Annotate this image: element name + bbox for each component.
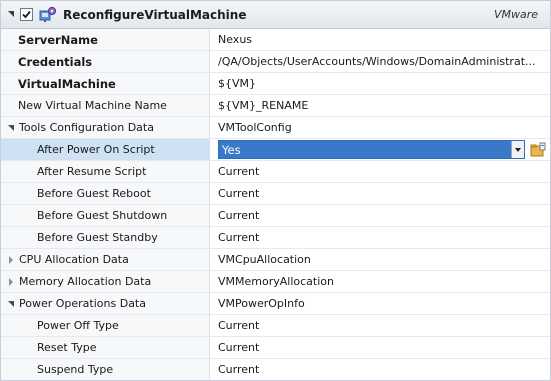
property-name-cell[interactable]: Before Guest Reboot [1,183,210,204]
vm-gear-icon [39,6,57,22]
property-label: New Virtual Machine Name [18,99,167,112]
property-value: VMPowerOpInfo [218,297,305,310]
property-name-cell[interactable]: Suspend Type [1,359,210,380]
property-value: VMToolConfig [218,121,292,134]
property-name-cell[interactable]: Power Operations Data [1,293,210,314]
property-row[interactable]: Credentials/QA/Objects/UserAccounts/Wind… [1,51,550,73]
activity-title: ReconfigureVirtualMachine [63,7,247,22]
check-icon [22,10,31,19]
property-row[interactable]: New Virtual Machine Name ${VM}_RENAME [1,95,550,117]
collapse-chevron-icon[interactable] [7,10,16,19]
property-name-cell[interactable]: Tools Configuration Data [1,117,210,138]
property-name-cell[interactable]: After Power On Script [1,139,210,160]
property-label: Power Off Type [37,319,119,332]
property-label: Before Guest Shutdown [37,209,168,222]
property-value-cell[interactable]: Current [210,315,550,336]
value-dropdown[interactable]: Yes [218,140,525,159]
property-label: Reset Type [37,341,97,354]
property-label: ServerName [18,32,98,47]
property-value-cell[interactable]: ${VM}_RENAME [210,95,550,116]
property-row[interactable]: ServerName Nexus [1,29,550,51]
property-value: Current [218,363,260,376]
property-value: Current [218,187,260,200]
activity-property-panel: ReconfigureVirtualMachine VMware ServerN… [0,0,551,381]
activity-header: ReconfigureVirtualMachine VMware [1,1,550,29]
property-name-cell[interactable]: After Resume Script [1,161,210,182]
expanded-caret-icon[interactable] [7,300,15,308]
vendor-label: VMware [493,8,538,21]
property-value-cell[interactable]: Current [210,183,550,204]
expanded-caret-icon[interactable] [7,124,15,132]
collapsed-caret-icon[interactable] [7,255,15,264]
property-row[interactable]: Before Guest Reboot Current [1,183,550,205]
property-value-cell[interactable]: Current [210,205,550,226]
property-value: Current [218,209,260,222]
property-label: After Power On Script [37,143,155,156]
property-row[interactable]: Before Guest Standby Current [1,227,550,249]
property-value-cell[interactable]: VMToolConfig [210,117,550,138]
property-value-cell[interactable]: Current [210,359,550,380]
property-label: Credentials [18,54,93,69]
property-row[interactable]: Power Operations Data VMPowerOpInfo [1,293,550,315]
property-value-cell[interactable]: VMMemoryAllocation [210,271,550,292]
property-value: Current [218,231,260,244]
property-name-cell[interactable]: VirtualMachine [1,73,210,94]
property-value: VMMemoryAllocation [218,275,334,288]
dropdown-selected-value: Yes [222,142,241,157]
property-name-cell[interactable]: ServerName [1,29,210,50]
property-label: Memory Allocation Data [19,275,152,288]
property-name-cell[interactable]: Credentials [1,51,210,72]
property-value-cell[interactable]: Yes [210,139,550,160]
property-value-cell[interactable]: Nexus [210,29,550,50]
property-value: Nexus [218,33,253,46]
property-label: Power Operations Data [19,297,146,310]
property-name-cell[interactable]: New Virtual Machine Name [1,95,210,116]
property-grid: ServerName Nexus Credentials/QA/Objects/Us… [1,29,550,380]
property-row[interactable]: Before Guest Shutdown Current [1,205,550,227]
property-label: CPU Allocation Data [19,253,129,266]
property-row[interactable]: Tools Configuration Data VMToolConfig [1,117,550,139]
property-name-cell[interactable]: CPU Allocation Data [1,249,210,270]
property-value: ${VM} [218,77,257,90]
property-label: Tools Configuration Data [19,121,154,134]
property-value-cell[interactable]: Current [210,161,550,182]
property-row[interactable]: Suspend Type Current [1,359,550,380]
property-value-cell[interactable]: Current [210,227,550,248]
property-row[interactable]: After Resume Script Current [1,161,550,183]
property-row[interactable]: Reset Type Current [1,337,550,359]
property-name-cell[interactable]: Reset Type [1,337,210,358]
property-label: Before Guest Reboot [37,187,151,200]
property-row[interactable]: After Power On Script Yes [1,139,550,161]
property-value-cell[interactable]: ${VM} [210,73,550,94]
property-value: VMCpuAllocation [218,253,311,266]
property-value: ${VM}_RENAME [218,99,309,112]
property-label: Suspend Type [37,363,114,376]
property-name-cell[interactable]: Before Guest Shutdown [1,205,210,226]
property-value-cell[interactable]: Current [210,337,550,358]
property-value-cell[interactable]: /QA/Objects/UserAccounts/Windows/DomainA… [210,51,550,72]
enable-checkbox[interactable] [20,8,33,21]
property-row[interactable]: VirtualMachine ${VM} [1,73,550,95]
collapsed-caret-icon[interactable] [7,277,15,286]
property-row[interactable]: CPU Allocation Data VMCpuAllocation [1,249,550,271]
property-name-cell[interactable]: Memory Allocation Data [1,271,210,292]
folder-icon[interactable] [530,142,546,158]
property-row[interactable]: Power Off Type Current [1,315,550,337]
property-name-cell[interactable]: Before Guest Standby [1,227,210,248]
property-value: /QA/Objects/UserAccounts/Windows/DomainA… [218,55,536,68]
property-label: VirtualMachine [18,76,116,91]
property-value: Current [218,341,260,354]
property-value-cell[interactable]: VMPowerOpInfo [210,293,550,314]
property-name-cell[interactable]: Power Off Type [1,315,210,336]
property-value: Current [218,319,260,332]
property-value: Current [218,165,260,178]
property-value-cell[interactable]: VMCpuAllocation [210,249,550,270]
chevron-down-icon[interactable] [511,141,524,158]
property-row[interactable]: Memory Allocation Data VMMemoryAllocation [1,271,550,293]
property-label: Before Guest Standby [37,231,158,244]
property-label: After Resume Script [37,165,147,178]
